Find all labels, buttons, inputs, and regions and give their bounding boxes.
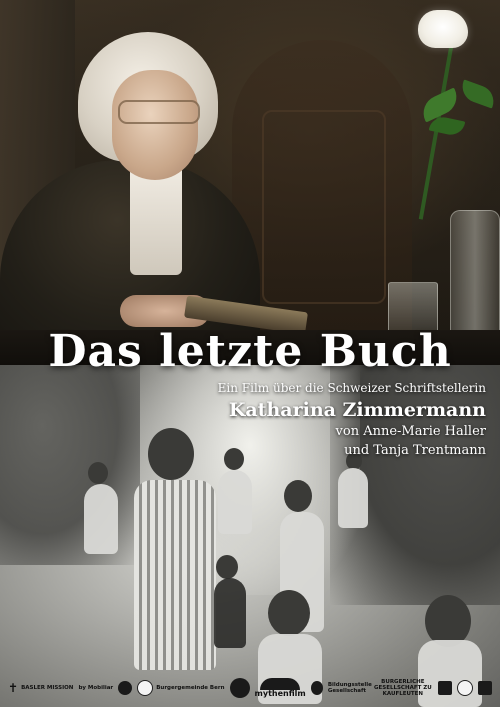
migros-logo [229,677,250,698]
basler-mission-logo: ✝ BASLER MISSION [8,680,74,695]
mobiliar-round-logo [118,680,133,695]
child-figure [218,470,252,534]
film-subtitle: Ein Film über die Schweizer Schriftstell… [217,381,486,395]
glass-vase [450,210,500,337]
burgergemeinde-logo: Burgergemeinde Bern [137,679,224,696]
crest-logo-1 [437,680,452,695]
crest-logo-2 [456,679,473,696]
white-rose [418,10,468,48]
mythenfilm-logo: mythenfilm [255,678,306,698]
credits-block: Ein Film über die Schweizer Schriftstell… [186,380,486,460]
sponsor-logo-strip: ✝ BASLER MISSION by Mobiliar Burgergemei… [0,668,500,707]
bildungsstelle-logo: Bildungsstelle Gesellschaft [327,681,372,694]
glasses [118,100,200,124]
smiling-woman-figure [134,480,216,670]
film-title: Das letzte Buch [48,326,452,377]
author-name: Katharina Zimmermann [228,399,486,421]
child-figure [338,468,368,528]
crest-logo-3 [477,680,492,695]
child-figure [214,578,246,648]
child-figure [84,484,118,554]
movie-poster: Das letzte Buch Ein Film über die Schwei… [0,0,500,707]
top-photo-reading-woman [0,0,500,370]
mobiliar-logo: by Mobiliar [78,684,114,691]
kaufleuten-logo: BURGERLICHE GESELLSCHAFT ZU KAUFLEUTEN [373,678,432,697]
director-line-1: von Anne-Marie Haller [335,424,486,439]
director-line-2: und Tanja Trentmann [344,443,486,458]
emblem-logo [310,680,323,695]
